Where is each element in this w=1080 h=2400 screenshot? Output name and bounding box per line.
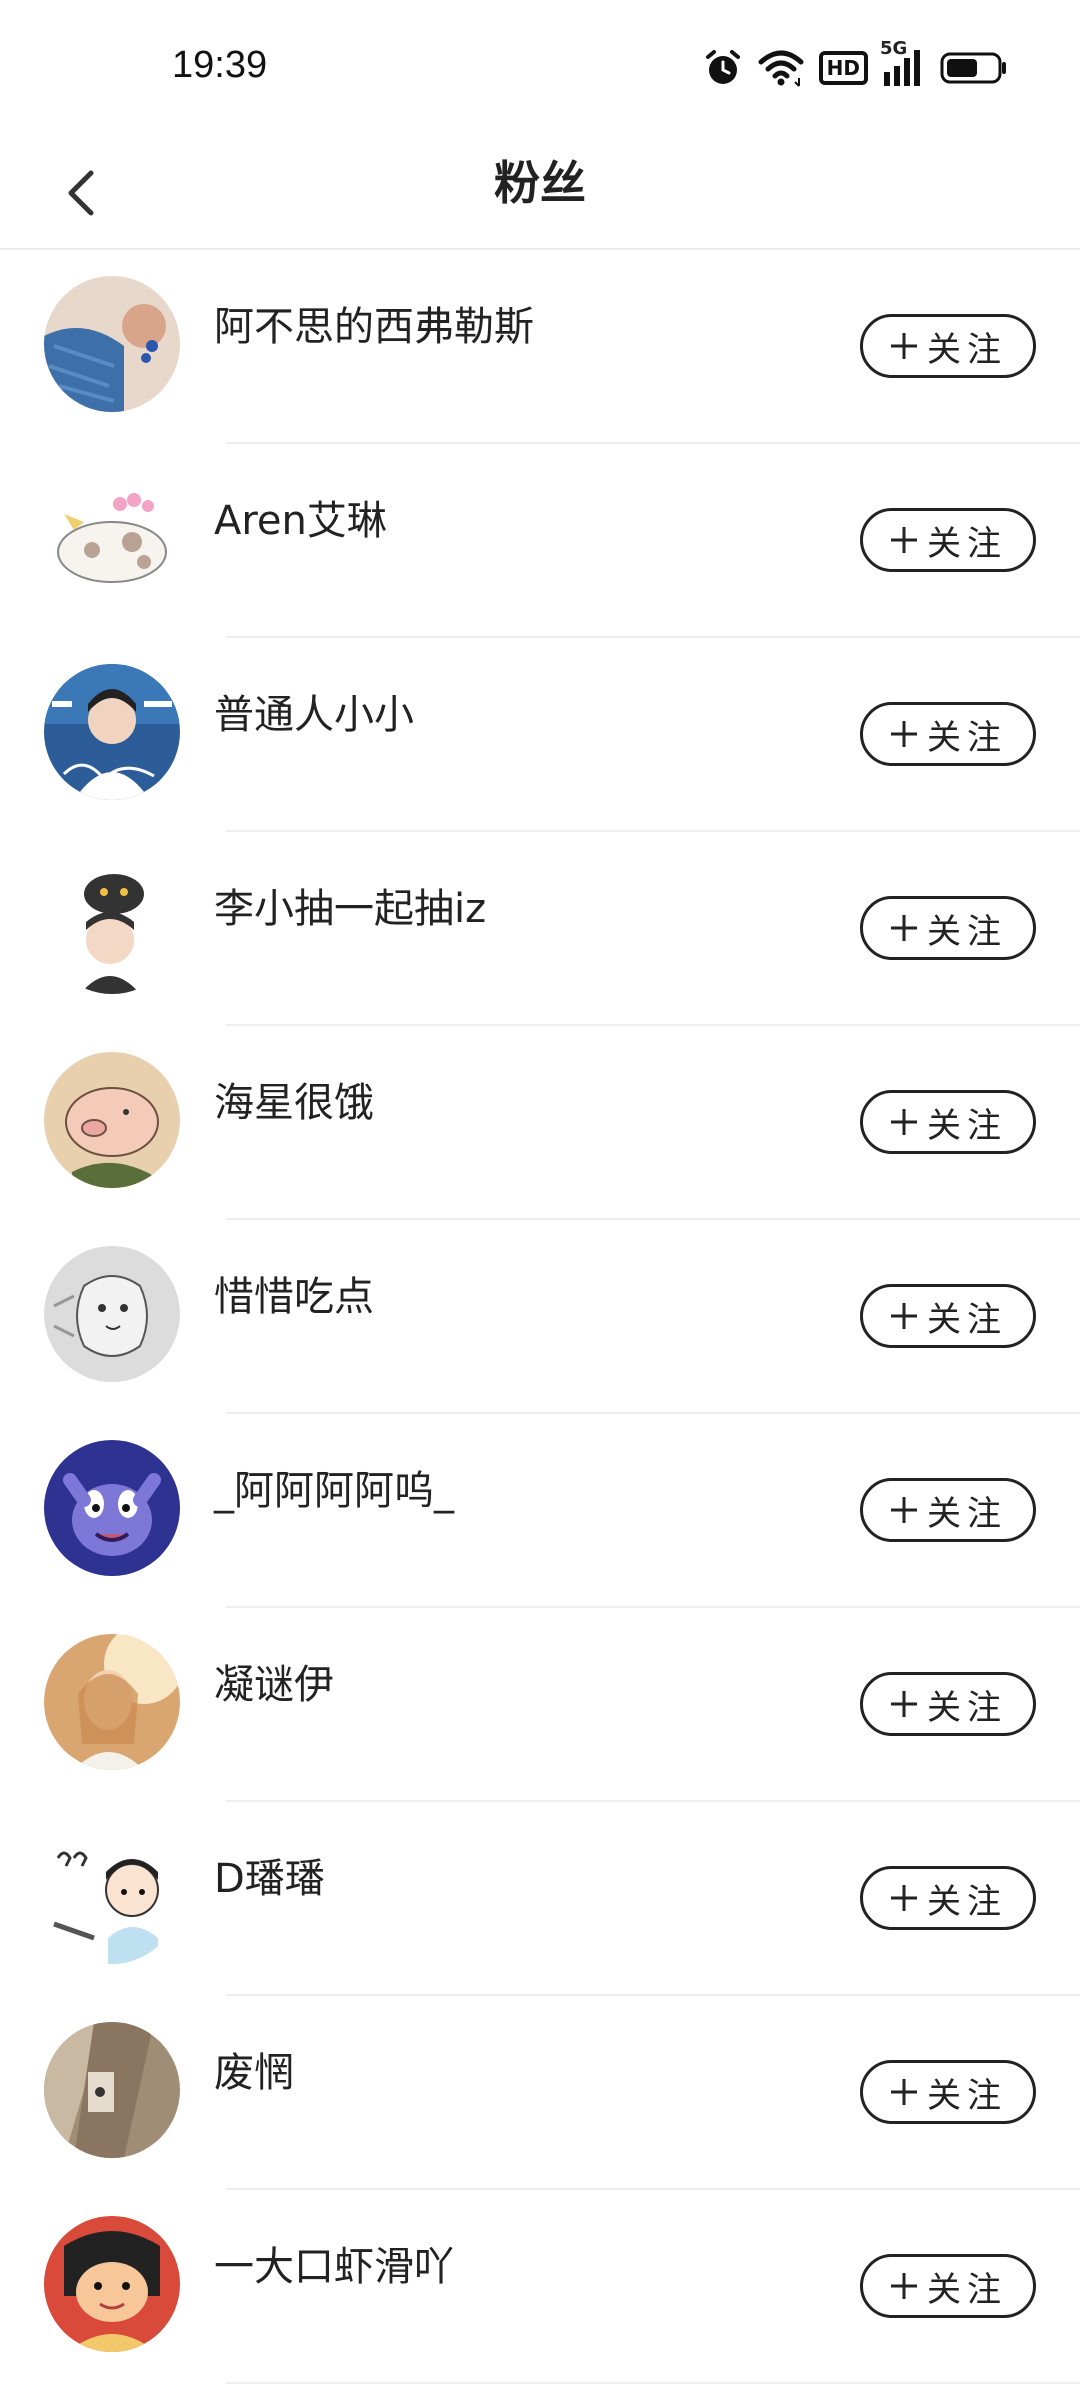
follow-button[interactable]: 关注 (860, 1478, 1036, 1542)
fan-list-item[interactable]: 惜惜吃点 关注 (0, 1220, 1080, 1414)
fan-list-item[interactable]: D璠璠 关注 (0, 1802, 1080, 1996)
hd-icon: HD (818, 51, 868, 85)
back-button[interactable] (36, 148, 126, 238)
fan-list-item[interactable]: Aren艾琳 关注 (0, 444, 1080, 638)
follow-label: 关注 (927, 523, 1007, 564)
avatar[interactable] (44, 276, 180, 412)
follow-label: 关注 (927, 1687, 1007, 1728)
fan-name[interactable]: 凝谜伊 (214, 1652, 334, 1710)
status-icons: HD 5G (703, 38, 1008, 90)
follow-label: 关注 (927, 329, 1007, 370)
plus-icon (891, 527, 917, 553)
plus-icon (891, 1885, 917, 1911)
follow-label: 关注 (927, 2269, 1007, 2310)
alarm-icon (703, 48, 743, 88)
avatar[interactable] (44, 1246, 180, 1382)
signal-5g-icon: 5G (880, 38, 926, 88)
plus-icon (891, 1497, 917, 1523)
follow-button[interactable]: 关注 (860, 1866, 1036, 1930)
plus-icon (891, 721, 917, 747)
status-bar: 19:39 HD 5G (0, 0, 1080, 138)
follow-label: 关注 (927, 2075, 1007, 2116)
follow-button[interactable]: 关注 (860, 314, 1036, 378)
follow-label: 关注 (927, 1105, 1007, 1146)
fan-list-item[interactable]: 普通人小小 关注 (0, 638, 1080, 832)
fan-list-item[interactable]: 阿不思的西弗勒斯 关注 (0, 250, 1080, 444)
status-time: 19:39 (172, 44, 268, 86)
chevron-left-icon (68, 170, 94, 216)
header: 粉丝 (0, 138, 1080, 250)
avatar[interactable] (44, 858, 180, 994)
wifi-icon (757, 48, 805, 88)
fan-list-item[interactable]: 海星很饿 关注 (0, 1026, 1080, 1220)
fan-list-item[interactable]: 李小抽一起抽iz 关注 (0, 832, 1080, 1026)
fan-name[interactable]: 海星很饿 (214, 1070, 374, 1128)
plus-icon (891, 2273, 917, 2299)
fan-name[interactable]: 阿不思的西弗勒斯 (214, 294, 534, 352)
follow-button[interactable]: 关注 (860, 896, 1036, 960)
fan-name[interactable]: D璠璠 (214, 1846, 325, 1904)
fan-name[interactable]: 普通人小小 (214, 682, 414, 740)
plus-icon (891, 1303, 917, 1329)
avatar[interactable] (44, 1634, 180, 1770)
fan-list: 阿不思的西弗勒斯 关注 Aren艾琳 关注 普通人小小 关注 李小抽一起抽iz … (0, 250, 1080, 2384)
avatar[interactable] (44, 2022, 180, 2158)
fan-name[interactable]: 一大口虾滑吖 (214, 2234, 454, 2292)
fan-list-item[interactable]: 废惘 关注 (0, 1996, 1080, 2190)
plus-icon (891, 333, 917, 359)
avatar[interactable] (44, 1828, 180, 1964)
follow-button[interactable]: 关注 (860, 702, 1036, 766)
follow-button[interactable]: 关注 (860, 1284, 1036, 1348)
page-title: 粉丝 (494, 156, 586, 210)
follow-label: 关注 (927, 1299, 1007, 1340)
plus-icon (891, 1109, 917, 1135)
fan-name[interactable]: Aren艾琳 (214, 488, 387, 546)
follow-button[interactable]: 关注 (860, 508, 1036, 572)
plus-icon (891, 915, 917, 941)
fan-name[interactable]: 惜惜吃点 (214, 1264, 374, 1322)
plus-icon (891, 2079, 917, 2105)
avatar[interactable] (44, 2216, 180, 2352)
avatar[interactable] (44, 470, 180, 606)
follow-label: 关注 (927, 717, 1007, 758)
follow-label: 关注 (927, 911, 1007, 952)
avatar[interactable] (44, 1052, 180, 1188)
fan-list-item[interactable]: _阿阿阿阿呜_ 关注 (0, 1414, 1080, 1608)
fan-list-item[interactable]: 一大口虾滑吖 关注 (0, 2190, 1080, 2384)
avatar[interactable] (44, 1440, 180, 1576)
follow-label: 关注 (927, 1493, 1007, 1534)
fan-name[interactable]: _阿阿阿阿呜_ (214, 1458, 454, 1516)
fan-name[interactable]: 李小抽一起抽iz (214, 876, 486, 934)
follow-button[interactable]: 关注 (860, 2254, 1036, 2318)
follow-button[interactable]: 关注 (860, 1672, 1036, 1736)
fan-list-item[interactable]: 凝谜伊 关注 (0, 1608, 1080, 1802)
plus-icon (891, 1691, 917, 1717)
follow-label: 关注 (927, 1881, 1007, 1922)
network-type-label: 5G (880, 38, 908, 59)
follow-button[interactable]: 关注 (860, 1090, 1036, 1154)
follow-button[interactable]: 关注 (860, 2060, 1036, 2124)
battery-icon (940, 50, 1008, 86)
avatar[interactable] (44, 664, 180, 800)
fan-name[interactable]: 废惘 (214, 2040, 294, 2098)
